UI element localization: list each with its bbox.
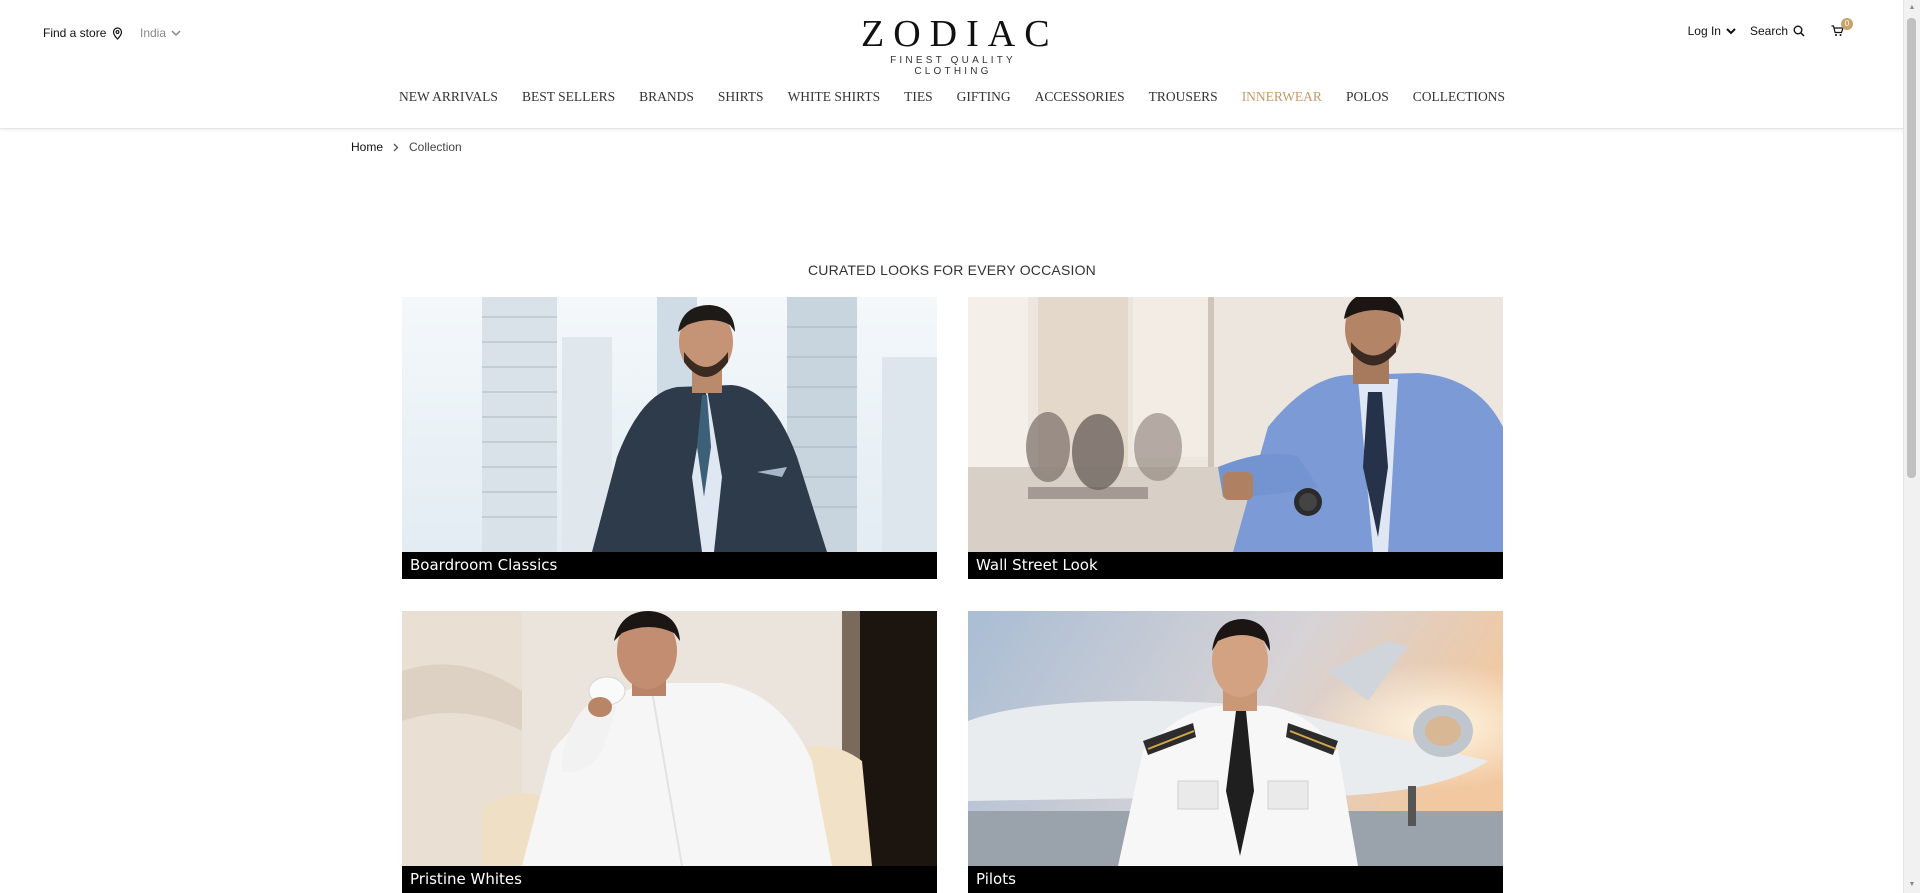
cart-count-badge: 0 [1841, 18, 1853, 30]
cart-button[interactable]: 0 [1831, 18, 1853, 37]
scroll-up-arrow-icon[interactable]: ▲ [1904, 0, 1920, 16]
collection-card-wall-street-look[interactable]: Wall Street Look [968, 297, 1503, 579]
collection-image [968, 611, 1503, 866]
section-title: CURATED LOOKS FOR EVERY OCCASION [807, 262, 1096, 278]
country-selector[interactable]: India [140, 26, 181, 40]
nav-item-brands[interactable]: BRANDS [639, 89, 694, 105]
nav-item-best-sellers[interactable]: BEST SELLERS [522, 89, 615, 105]
breadcrumb-current: Collection [409, 140, 462, 154]
find-store-link[interactable]: Find a store [43, 26, 123, 40]
scroll-down-arrow-icon[interactable]: ▼ [1904, 877, 1920, 893]
collection-image [402, 297, 937, 552]
breadcrumb: Home Collection [351, 140, 462, 154]
main-navigation: NEW ARRIVALS BEST SELLERS BRANDS SHIRTS WHIT… [0, 89, 1904, 105]
scrollbar-thumb[interactable] [1907, 18, 1916, 478]
logo-tagline: FINEST QUALITY CLOTHING [890, 55, 1016, 77]
nav-item-ties[interactable]: TIES [904, 89, 933, 105]
collection-card-label: Pristine Whites [402, 866, 937, 893]
breadcrumb-home[interactable]: Home [351, 140, 383, 154]
collection-card-pilots[interactable]: Pilots [968, 611, 1503, 893]
login-button[interactable]: Log In [1688, 24, 1736, 38]
logo-wordmark: ZODIAC [861, 13, 1059, 55]
nav-item-trousers[interactable]: TROUSERS [1149, 89, 1218, 105]
chevron-right-icon [393, 143, 399, 151]
search-label: Search [1749, 24, 1788, 38]
collection-card-pristine-whites[interactable]: Pristine Whites [402, 611, 937, 893]
brand-logo[interactable]: ZODIAC FINEST QUALITY CLOTHING [853, 14, 1053, 77]
login-label: Log In [1687, 24, 1721, 38]
nav-item-new-arrivals[interactable]: NEW ARRIVALS [399, 89, 498, 105]
collection-card-label: Wall Street Look [968, 552, 1503, 579]
search-button[interactable]: Search [1750, 24, 1805, 38]
header-tools: Log In Search 0 [1688, 18, 1853, 38]
nav-item-accessories[interactable]: ACCESSORIES [1035, 89, 1125, 105]
location-pin-icon [113, 26, 123, 40]
chevron-down-icon [1726, 27, 1736, 34]
collection-card-label: Pilots [968, 866, 1503, 893]
collection-image [968, 297, 1503, 552]
nav-item-white-shirts[interactable]: WHITE SHIRTS [788, 89, 881, 105]
nav-item-innerwear[interactable]: INNERWEAR [1242, 89, 1322, 105]
collection-card-boardroom-classics[interactable]: Boardroom Classics [402, 297, 937, 579]
nav-item-gifting[interactable]: GIFTING [957, 89, 1011, 105]
nav-item-shirts[interactable]: SHIRTS [718, 89, 764, 105]
country-label: India [140, 26, 167, 40]
search-icon [1793, 25, 1805, 37]
chevron-down-icon [171, 29, 181, 36]
collection-card-label: Boardroom Classics [402, 552, 937, 579]
page-scrollbar[interactable]: ▲ ▼ [1903, 0, 1920, 893]
find-store-label: Find a store [43, 26, 107, 40]
nav-item-collections[interactable]: COLLECTIONS [1413, 89, 1505, 105]
nav-item-polos[interactable]: POLOS [1346, 89, 1389, 105]
collection-image [402, 611, 937, 866]
site-header: Find a store India ZODIAC FINEST QUALITY… [0, 0, 1904, 129]
